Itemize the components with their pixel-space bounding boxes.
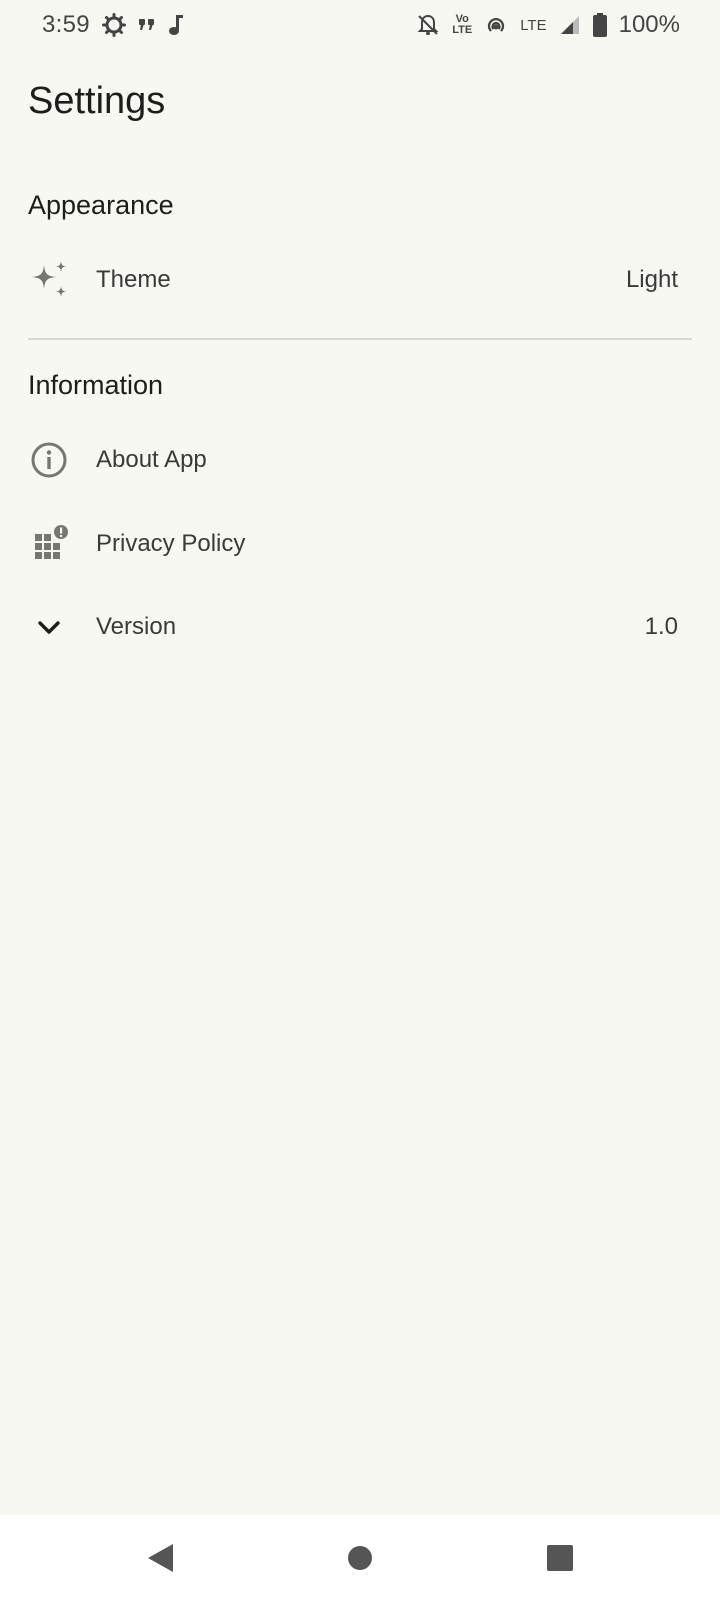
status-time: 3:59 (42, 11, 90, 38)
page-title: Settings (28, 80, 166, 122)
status-left: 3:59 (42, 11, 184, 39)
battery-icon (592, 12, 607, 38)
back-icon[interactable] (130, 1528, 190, 1588)
info-icon (28, 439, 70, 481)
recents-icon[interactable] (530, 1528, 590, 1588)
hotspot-icon (484, 12, 508, 38)
theme-label: Theme (96, 266, 171, 293)
settings-row-about-app[interactable]: About App (0, 424, 720, 496)
settings-gear-icon (101, 12, 126, 38)
settings-row-theme[interactable]: Theme Light (0, 244, 720, 316)
section-header-appearance: Appearance (28, 190, 174, 220)
section-header-information: Information (28, 370, 164, 400)
home-icon[interactable] (330, 1528, 390, 1588)
version-value: 1.0 (644, 613, 678, 640)
policy-icon (28, 523, 70, 565)
status-bar: 3:59 Vo LTE LTE 100% (0, 0, 720, 50)
music-note-icon (168, 12, 184, 38)
privacy-policy-label: Privacy Policy (96, 530, 246, 557)
chevron-down-icon (28, 606, 70, 648)
about-app-label: About App (96, 446, 207, 473)
sparkle-icon (28, 259, 70, 301)
version-label: Version (96, 613, 177, 640)
volte-bottom: LTE (452, 24, 473, 36)
section-divider (28, 338, 692, 340)
signal-icon (559, 12, 581, 38)
quote-icon (138, 12, 156, 38)
navigation-bar (0, 1515, 720, 1600)
status-right: Vo LTE LTE 100% (416, 11, 680, 39)
notifications-off-icon (416, 12, 440, 38)
volte-icon: Vo LTE (452, 12, 472, 38)
settings-row-version[interactable]: Version 1.0 (0, 591, 720, 663)
settings-row-privacy-policy[interactable]: Privacy Policy (0, 508, 720, 580)
network-type: LTE (520, 16, 547, 34)
battery-percent: 100% (618, 11, 680, 38)
theme-value: Light (625, 266, 678, 293)
